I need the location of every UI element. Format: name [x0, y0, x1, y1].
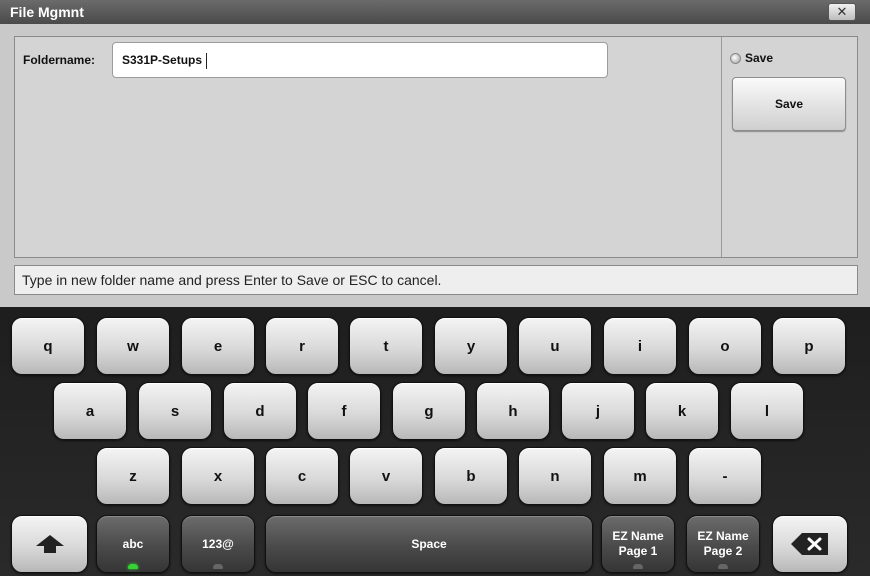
- backspace-icon: [791, 533, 828, 555]
- ez-name-page-1-key[interactable]: EZ Name Page 1: [601, 515, 675, 573]
- key-o[interactable]: o: [688, 317, 762, 375]
- key-l[interactable]: l: [730, 382, 804, 440]
- key-u[interactable]: u: [518, 317, 592, 375]
- key-i[interactable]: i: [603, 317, 677, 375]
- text-caret: [206, 52, 208, 69]
- key-label: b: [466, 467, 476, 485]
- key-label: m: [633, 467, 647, 485]
- key-label: h: [508, 402, 518, 420]
- key-label: -: [722, 467, 728, 485]
- close-icon: ✕: [836, 4, 848, 19]
- space-label: Space: [411, 537, 447, 551]
- key-dash[interactable]: -: [688, 447, 762, 505]
- file-management-dialog: File Mgmnt ✕ Foldername: S331P-Setups Sa…: [0, 0, 870, 576]
- key-label: w: [127, 337, 139, 355]
- key-label: y: [466, 337, 476, 355]
- key-label: c: [297, 467, 307, 485]
- key-r[interactable]: r: [265, 317, 339, 375]
- backspace-key[interactable]: [772, 515, 848, 573]
- shift-key[interactable]: [11, 515, 88, 573]
- key-n[interactable]: n: [518, 447, 592, 505]
- content-panel: Foldername: S331P-Setups Save Save: [14, 36, 858, 258]
- key-d[interactable]: d: [223, 382, 297, 440]
- foldername-value: S331P-Setups: [122, 53, 203, 67]
- save-radio-label: Save: [745, 51, 774, 65]
- key-e[interactable]: e: [181, 317, 255, 375]
- key-x[interactable]: x: [181, 447, 255, 505]
- shift-arrow-icon: [35, 535, 64, 553]
- key-label: f: [341, 402, 347, 420]
- key-label: a: [85, 402, 95, 420]
- numeric-mode-key[interactable]: 123@: [181, 515, 255, 573]
- action-pane: Save Save: [721, 37, 858, 257]
- key-p[interactable]: p: [772, 317, 846, 375]
- form-pane: Foldername: S331P-Setups: [15, 37, 721, 257]
- ez2-line1: EZ Name: [697, 529, 749, 543]
- key-m[interactable]: m: [603, 447, 677, 505]
- ez1-line2: Page 1: [618, 544, 658, 558]
- key-y[interactable]: y: [434, 317, 508, 375]
- abc-mode-key[interactable]: abc: [96, 515, 170, 573]
- status-message: Type in new folder name and press Enter …: [22, 272, 442, 288]
- key-g[interactable]: g: [392, 382, 466, 440]
- space-key[interactable]: Space: [265, 515, 593, 573]
- key-label: l: [764, 402, 770, 420]
- key-label: p: [804, 337, 814, 355]
- key-t[interactable]: t: [349, 317, 423, 375]
- save-button-label: Save: [774, 97, 804, 111]
- window-title: File Mgmnt: [10, 4, 84, 20]
- key-label: k: [677, 402, 687, 420]
- key-q[interactable]: q: [11, 317, 85, 375]
- key-s[interactable]: s: [138, 382, 212, 440]
- key-v[interactable]: v: [349, 447, 423, 505]
- abc-label: abc: [122, 537, 144, 551]
- ez1-line1: EZ Name: [612, 529, 664, 543]
- onscreen-keyboard: q w e r t y u i o p a s d f g h j k l z …: [0, 307, 870, 576]
- key-label: d: [255, 402, 265, 420]
- key-label: i: [637, 337, 643, 355]
- key-j[interactable]: j: [561, 382, 635, 440]
- key-f[interactable]: f: [307, 382, 381, 440]
- key-b[interactable]: b: [434, 447, 508, 505]
- save-button[interactable]: Save: [732, 77, 846, 131]
- numeric-label: 123@: [202, 537, 234, 551]
- key-label: o: [720, 337, 730, 355]
- key-label: j: [595, 402, 601, 420]
- key-label: t: [383, 337, 389, 355]
- key-z[interactable]: z: [96, 447, 170, 505]
- key-h[interactable]: h: [476, 382, 550, 440]
- key-label: g: [424, 402, 434, 420]
- key-a[interactable]: a: [53, 382, 127, 440]
- key-label: n: [550, 467, 560, 485]
- key-label: e: [213, 337, 223, 355]
- key-label: u: [550, 337, 560, 355]
- status-bar: Type in new folder name and press Enter …: [14, 265, 858, 295]
- key-label: s: [170, 402, 180, 420]
- ez2-line2: Page 2: [703, 544, 743, 558]
- ez2-indicator-led: [718, 564, 728, 569]
- radio-icon: [730, 52, 741, 64]
- key-label: z: [129, 467, 137, 485]
- key-label: r: [299, 337, 305, 355]
- numeric-indicator-led: [213, 564, 223, 569]
- key-label: x: [213, 467, 223, 485]
- ez1-indicator-led: [633, 564, 643, 569]
- save-radio[interactable]: Save: [730, 51, 773, 65]
- close-button[interactable]: ✕: [828, 3, 856, 21]
- foldername-label: Foldername:: [23, 53, 96, 67]
- title-bar: File Mgmnt ✕: [0, 0, 870, 24]
- abc-indicator-led: [128, 564, 138, 569]
- key-label: v: [381, 467, 391, 485]
- foldername-input[interactable]: S331P-Setups: [112, 42, 608, 78]
- key-k[interactable]: k: [645, 382, 719, 440]
- key-w[interactable]: w: [96, 317, 170, 375]
- ez-name-page-2-key[interactable]: EZ Name Page 2: [686, 515, 760, 573]
- key-label: q: [43, 337, 53, 355]
- key-c[interactable]: c: [265, 447, 339, 505]
